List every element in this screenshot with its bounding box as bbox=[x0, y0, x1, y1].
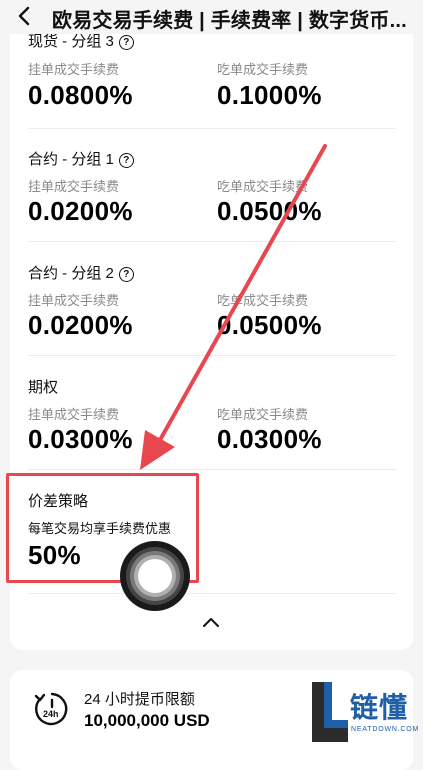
taker-fee-label: 吃单成交手续费 bbox=[217, 407, 309, 422]
taker-fee-value: 0.0300% bbox=[217, 424, 322, 454]
group-title: 合约 - 分组 1? bbox=[28, 148, 134, 169]
svg-text:24h: 24h bbox=[43, 709, 59, 719]
help-icon[interactable]: ? bbox=[118, 35, 134, 50]
group-title: 期权 bbox=[28, 379, 59, 396]
taker-fee-label: 吃单成交手续费 bbox=[217, 179, 309, 194]
taker-fee-label: 吃单成交手续费 bbox=[217, 293, 309, 308]
fee-group-futures-1: 合约 - 分组 1? 挂单成交手续费 0.0200% 吃单成交手续费 0.050… bbox=[28, 146, 396, 246]
fee-group-spot-3: 现货 - 分组 3? 挂单成交手续费 0.0800% 吃单成交手续费 0.100… bbox=[28, 24, 396, 124]
fee-group-options: 期权 挂单成交手续费 0.0300% 吃单成交手续费 0.0300% bbox=[28, 374, 396, 474]
watermark-brand: 链懂 bbox=[350, 692, 409, 723]
24h-clock-icon: 24h bbox=[32, 689, 72, 729]
divider bbox=[28, 241, 396, 242]
taker-fee-value: 0.0500% bbox=[217, 196, 322, 226]
maker-fee-value: 0.0300% bbox=[28, 424, 133, 454]
taker-fee-value: 0.0500% bbox=[217, 310, 322, 340]
floating-record-button[interactable] bbox=[119, 540, 191, 612]
logo-mark-icon bbox=[312, 682, 348, 742]
maker-fee-value: 0.0200% bbox=[28, 310, 133, 340]
divider bbox=[28, 355, 396, 356]
help-icon[interactable]: ? bbox=[118, 153, 134, 168]
withdrawal-limit-label: 24 小时提币限额 bbox=[84, 691, 195, 708]
collapse-button[interactable] bbox=[202, 615, 222, 629]
chevron-up-icon bbox=[203, 618, 219, 627]
top-bar: 欧易交易手续费 | 手续费率 | 数字货币... bbox=[0, 0, 423, 34]
withdrawal-limit-value: 10,000,000 USD bbox=[84, 711, 210, 730]
page-title: 欧易交易手续费 | 手续费率 | 数字货币... bbox=[52, 10, 407, 32]
divider bbox=[28, 128, 396, 129]
maker-fee-label: 挂单成交手续费 bbox=[28, 407, 120, 422]
chevron-left-icon bbox=[18, 6, 30, 26]
maker-fee-value: 0.0800% bbox=[28, 80, 133, 110]
taker-fee-value: 0.1000% bbox=[217, 80, 322, 110]
maker-fee-value: 0.0200% bbox=[28, 196, 133, 226]
record-icon bbox=[120, 541, 190, 611]
fee-group-futures-2: 合约 - 分组 2? 挂单成交手续费 0.0200% 吃单成交手续费 0.050… bbox=[28, 260, 396, 360]
divider bbox=[28, 469, 396, 470]
maker-fee-label: 挂单成交手续费 bbox=[28, 179, 120, 194]
maker-fee-label: 挂单成交手续费 bbox=[28, 62, 120, 77]
maker-fee-label: 挂单成交手续费 bbox=[28, 293, 120, 308]
watermark-logo: 链懂 NEATDOWN.COM bbox=[310, 680, 420, 744]
help-icon[interactable]: ? bbox=[118, 267, 134, 282]
group-title: 合约 - 分组 2? bbox=[28, 262, 134, 283]
watermark-url: NEATDOWN.COM bbox=[351, 726, 420, 733]
divider bbox=[28, 593, 396, 594]
back-button[interactable] bbox=[14, 4, 36, 28]
taker-fee-label: 吃单成交手续费 bbox=[217, 62, 309, 77]
